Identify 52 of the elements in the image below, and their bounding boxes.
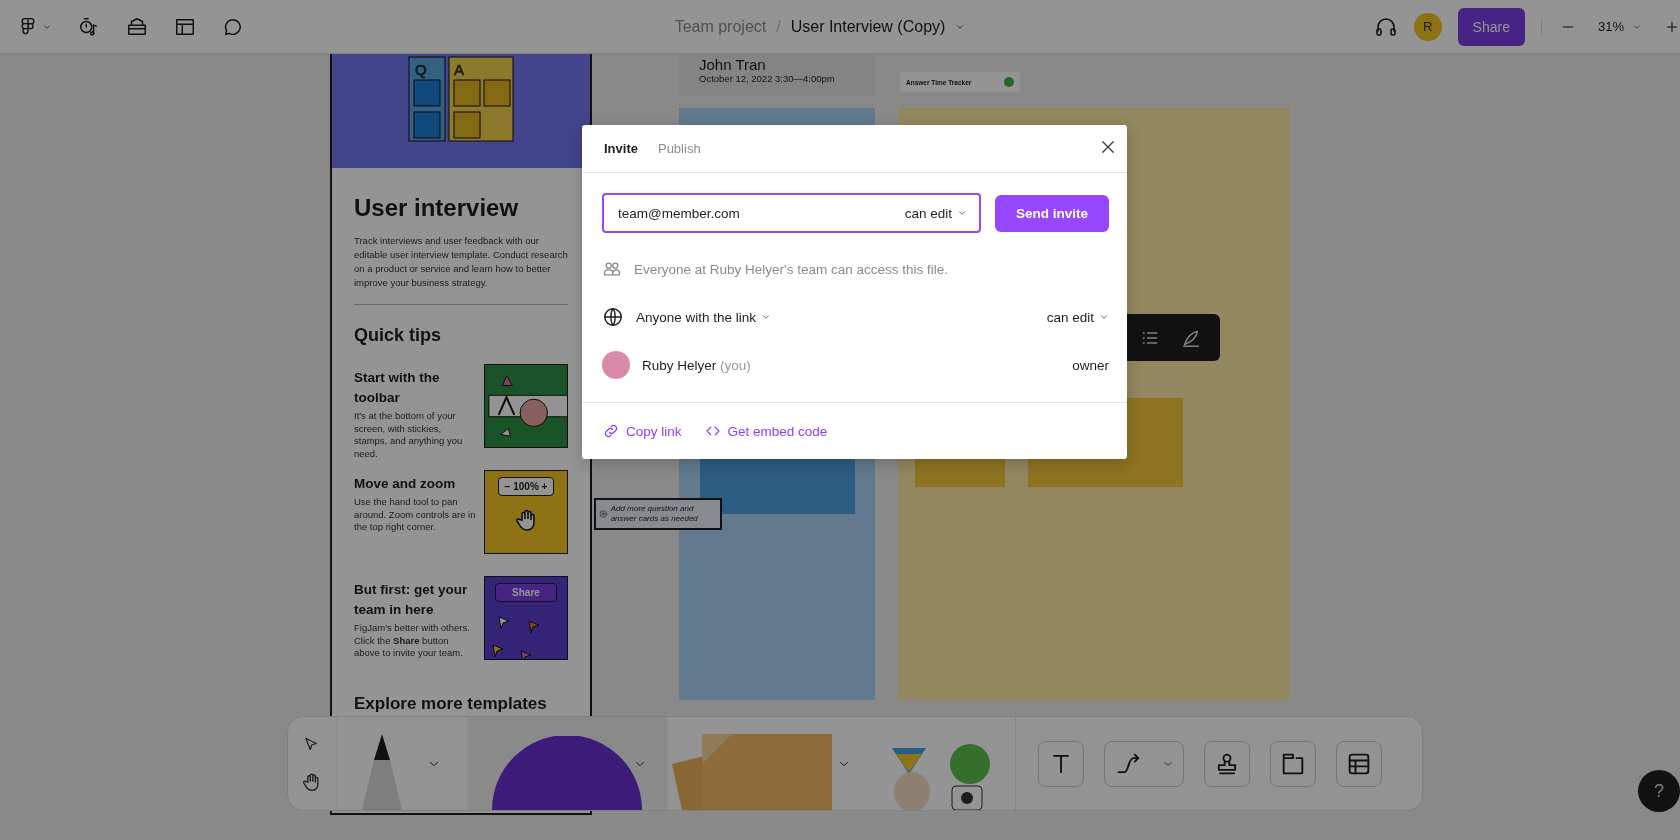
section-heading: Quick tips <box>354 325 443 346</box>
tip-text: FigJam's better with others. Click the Share button above to invite your team. <box>354 622 471 660</box>
tip-text: It's at the bottom of your screen, with stickies, stamps, and anything you need. <box>354 410 464 460</box>
play-dot-icon[interactable] <box>1004 77 1014 87</box>
tip-title: But first: get your team in here <box>354 581 469 619</box>
plus-circle-icon <box>599 507 608 521</box>
toolbox-icon[interactable] <box>126 15 148 38</box>
caret-icon <box>1099 312 1109 322</box>
caret-icon <box>761 312 772 322</box>
globe-icon <box>602 306 624 328</box>
hand-icon[interactable] <box>302 771 322 792</box>
text-tool-button[interactable] <box>1038 740 1084 787</box>
caret-icon <box>957 208 967 218</box>
permission-dropdown[interactable]: can edit <box>904 205 967 221</box>
breadcrumb-separator: / <box>776 18 781 36</box>
table-tool-button[interactable] <box>1336 740 1382 787</box>
section-heading: Explore more templates <box>354 694 548 714</box>
interviewee-name: John Tran <box>699 56 767 73</box>
qa-sticky-drawing: Q A <box>408 56 514 142</box>
member-name: Ruby Helyer (you) <box>642 357 751 373</box>
help-button[interactable]: ? <box>1638 770 1680 812</box>
timer-music-icon[interactable] <box>78 15 100 38</box>
dialog-tab[interactable]: Publish <box>647 135 711 162</box>
project-name[interactable]: Team project <box>674 18 767 36</box>
share-button[interactable]: Share <box>1457 7 1525 46</box>
template-title: User interview <box>354 194 520 222</box>
tip-title: Move and zoom <box>354 475 457 493</box>
team-access-notice: Everyone at Ruby Helyer's team can access this file. <box>634 261 948 277</box>
dialog-tab[interactable]: Invite <box>594 135 648 162</box>
send-invite-button[interactable]: Send invite <box>995 194 1109 232</box>
user-avatar[interactable]: R <box>1413 12 1442 41</box>
zoom-badge: − 100% + <box>497 477 555 496</box>
interview-date: October 12, 2022 3:30—4:00pm <box>699 73 836 84</box>
link-icon <box>602 422 620 440</box>
shape-circle-drawing[interactable] <box>492 736 642 810</box>
link-access-dropdown[interactable]: Anyone with the link <box>636 309 772 325</box>
dialog-link[interactable]: Copy link <box>602 422 682 440</box>
tip-title: Start with the toolbar <box>354 369 441 407</box>
email-input-field[interactable]: team@member.com can edit <box>602 193 981 233</box>
tip-text: Use the hand tool to pan around. Zoom controls are in the top right corner. <box>354 496 476 534</box>
zoom-level-dropdown[interactable]: 31% <box>1597 19 1642 34</box>
note-text: Add more question and answer cards as needed <box>610 504 699 524</box>
share-badge: Share <box>495 583 557 602</box>
stamp-tool-button[interactable] <box>1204 740 1250 787</box>
template-description: Track interviews and user feedback with our editable user interview template. Conduct research on a product or service and learn how to better improve your business strategy. <box>354 234 568 290</box>
file-title[interactable]: User Interview (Copy) <box>790 18 946 36</box>
dialog-link[interactable]: Get embed code <box>703 422 828 440</box>
member-avatar <box>602 351 630 379</box>
member-role: owner <box>1072 357 1109 373</box>
caret-icon <box>955 22 966 32</box>
section-tool-button[interactable] <box>1270 740 1316 787</box>
permission-dropdown[interactable]: can edit <box>1046 309 1109 325</box>
